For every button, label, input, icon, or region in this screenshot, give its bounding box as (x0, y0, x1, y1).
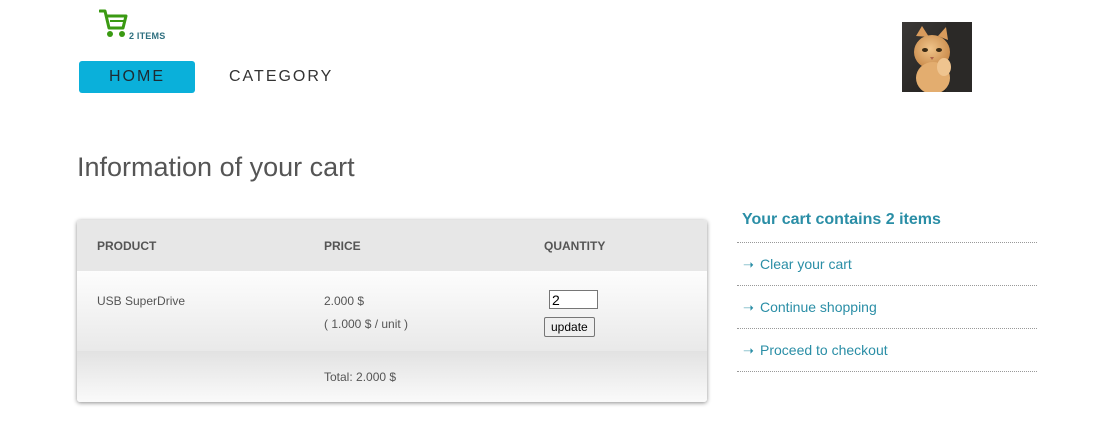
list-item: ➝ Proceed to checkout (737, 329, 1037, 372)
column-header-quantity: QUANTITY (544, 239, 606, 253)
clear-cart-link[interactable]: ➝ Clear your cart (737, 243, 1037, 286)
nav-home[interactable]: HOME (79, 61, 195, 93)
table-row: USB SuperDrive 2.000 $ ( 1.000 $ / unit … (77, 271, 707, 351)
proceed-to-checkout-link[interactable]: ➝ Proceed to checkout (737, 329, 1037, 372)
cart-table: PRODUCT PRICE QUANTITY USB SuperDrive 2.… (77, 220, 707, 402)
continue-shopping-label: Continue shopping (760, 299, 877, 315)
proceed-to-checkout-label: Proceed to checkout (760, 342, 888, 358)
nav-category[interactable]: CATEGORY (229, 61, 333, 93)
table-total-row: Total: 2.000 $ (77, 351, 707, 402)
page: 2 ITEMS HOME CATEGORY Information of you… (0, 0, 1107, 444)
cart-total: Total: 2.000 $ (324, 370, 397, 384)
clear-cart-label: Clear your cart (760, 256, 852, 272)
column-header-price: PRICE (324, 239, 361, 253)
right-arrow-icon: ➝ (743, 257, 754, 272)
quantity-input[interactable] (549, 290, 598, 309)
sidebar-title: Your cart contains 2 items (742, 211, 941, 228)
product-name: USB SuperDrive (97, 294, 186, 308)
cart-sidebar: Your cart contains 2 items ➝ Clear your c… (737, 208, 1037, 372)
product-unit-price: ( 1.000 $ / unit ) (324, 317, 409, 331)
avatar[interactable] (902, 22, 972, 92)
list-item: ➝ Continue shopping (737, 286, 1037, 329)
cart-item-count: 2 ITEMS (129, 31, 166, 41)
column-header-product: PRODUCT (97, 239, 157, 253)
product-price: 2.000 $ (324, 294, 365, 308)
continue-shopping-link[interactable]: ➝ Continue shopping (737, 286, 1037, 329)
right-arrow-icon: ➝ (743, 343, 754, 358)
sidebar-links: ➝ Clear your cart ➝ Continue shopping ➝ Pro… (737, 242, 1037, 372)
list-item: ➝ Clear your cart (737, 243, 1037, 286)
page-title: Information of your cart (77, 152, 355, 182)
header-cart-widget[interactable]: 2 ITEMS (98, 8, 189, 48)
update-button[interactable]: update (544, 317, 595, 337)
right-arrow-icon: ➝ (743, 300, 754, 315)
table-header-row: PRODUCT PRICE QUANTITY (77, 220, 707, 271)
shopping-cart-icon (98, 8, 129, 40)
